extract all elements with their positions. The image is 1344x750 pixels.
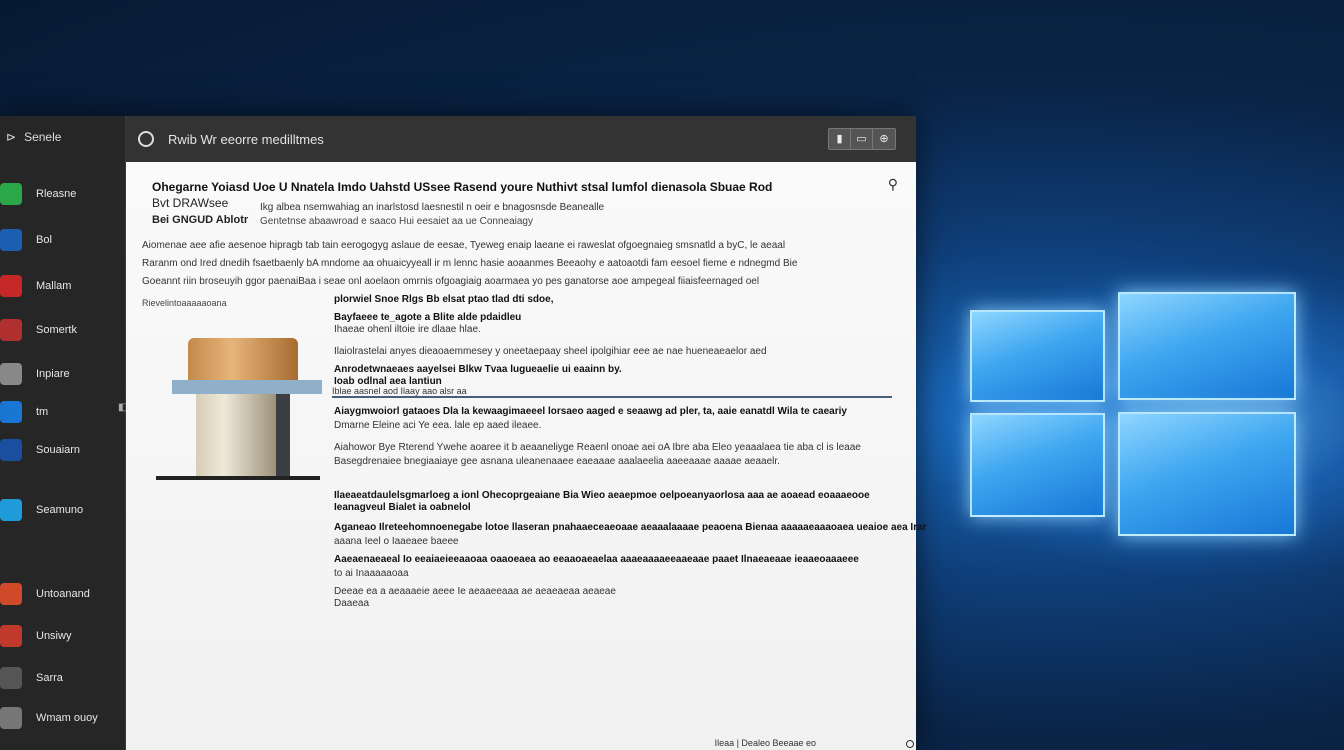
sidebar-item-5[interactable]: Inpiare	[0, 358, 126, 390]
body-line: Daaeaa	[334, 598, 370, 609]
footer-text: Ileaa | Dealeo Beeaae eo	[714, 738, 816, 748]
logo-pane-bottom-left	[970, 413, 1105, 517]
sidebar-item-9[interactable]: Untoanand	[0, 578, 126, 610]
body-line: Aganeao Ilreteehomnoenegabe lotoe llaser…	[334, 522, 927, 533]
window-icon	[0, 707, 22, 729]
mountain-icon	[0, 439, 22, 461]
sidebar: ⊳ Senele Rleasne Bol Mallam Somertk Inpiare t…	[0, 116, 127, 750]
sidebar-header[interactable]: ⊳ Senele	[6, 130, 61, 144]
sidebar-item-label: Sarra	[36, 672, 63, 684]
intro-line: Ilaiolrastelai anyes dieaoaemmesey y one…	[334, 346, 767, 357]
window-controls: ▮ ▭ ⊕	[828, 128, 896, 150]
body-line: Dmarne Eleine aci Ye eea. lale ep aaed i…	[334, 420, 542, 431]
sidebar-item-3[interactable]: Mallam	[0, 270, 126, 302]
sidebar-item-label: Seamuno	[36, 504, 84, 516]
paragraph-line: Aiomenae aee afie aesenoe hipragb tab ta…	[142, 240, 786, 251]
body-line: Ieanagveul Bialet ia oabnelol	[334, 502, 471, 513]
sidebar-item-12[interactable]: Wmam ouoy	[0, 702, 126, 734]
app-circle-icon	[138, 131, 154, 147]
illustration-cylinder	[188, 338, 298, 382]
article-section-title: Bei GNGUD Ablotr	[152, 214, 249, 226]
blue-app-icon	[0, 229, 22, 251]
sidebar-item-6[interactable]: tm	[0, 396, 126, 428]
paragraph-line: Raranm ond Ired dnedih fsaetbaenly bA mn…	[142, 258, 798, 269]
body-line: Ilaeaeatdaulelsgmarloeg a ionl Ohecoprge…	[334, 490, 870, 501]
article-subheading-text: Ikg albea nsemwahiag an inarlstosd laesn…	[260, 202, 605, 213]
sidebar-item-11[interactable]: Sarra	[0, 662, 126, 694]
app-window: ⊳ Senele Rleasne Bol Mallam Somertk Inpiare t…	[0, 116, 927, 750]
red-arrow-icon	[0, 319, 22, 341]
sidebar-item-label: Bol	[36, 234, 52, 246]
sidebar-item-label: Somertk	[36, 324, 77, 336]
sidebar-item-10[interactable]: Unsiwy	[0, 620, 126, 652]
windows-logo	[910, 200, 1344, 580]
gear-icon	[0, 667, 22, 689]
orange-app-icon	[0, 583, 22, 605]
illustration-caption: Rievelintoaaaaaoana	[142, 298, 227, 308]
main-content: Ohegarne Yoiasd Uoe U Nnatela Imdo Uahst…	[126, 162, 927, 750]
article-subheading: Bvt DRAWsee	[152, 196, 229, 210]
sidebar-item-7[interactable]: Souaiarn	[0, 434, 126, 466]
paragraph-line: Goeannt riin broseuyih ggor paenaiBaa i …	[142, 276, 760, 287]
sidebar-item-label: Rleasne	[36, 188, 77, 200]
grey-app-icon	[0, 363, 22, 385]
illustration-base	[156, 476, 320, 480]
body-line: aaana Ieel o Iaaeaee baeee	[334, 536, 459, 547]
sidebar-item-label: Souaiarn	[36, 444, 81, 456]
footer-circle-icon[interactable]	[906, 740, 914, 748]
illustration-plate	[172, 380, 322, 394]
window-button[interactable]: ▭	[851, 129, 873, 149]
sidebar-item-label: Unsiwy	[36, 630, 72, 642]
body-line: Aiahowor Bye Rterend Ywehe aoaree it b a…	[334, 442, 861, 453]
pin-icon[interactable]: ⚲	[888, 176, 898, 193]
section-divider	[332, 396, 892, 398]
article-section-text: Gentetnse abaawroad e saaco Hui eesaiet …	[260, 216, 533, 227]
sidebar-item-2[interactable]: Bol	[0, 224, 126, 256]
sidebar-item-label: tm	[36, 406, 49, 418]
window-title: Rwib Wr eeorre medilltmes	[168, 131, 324, 147]
body-line: Deeae ea a aeaaaeie aeee Ie aeaaeeaaa ae…	[334, 586, 616, 597]
illustration-box	[196, 394, 276, 476]
green-app-icon	[0, 183, 22, 205]
intro-line: Anrodetwnaeaes aayelsei Blkw Tvaa luguea…	[334, 364, 622, 375]
sidebar-item-label: Wmam ouoy	[36, 712, 98, 724]
illustration-stem	[276, 394, 290, 476]
blue-window-icon	[0, 401, 22, 423]
body-line: Aaeaenaeaeal Io eeaiaeieeaaoaa oaaoeaea …	[334, 554, 859, 565]
article-heading: Ohegarne Yoiasd Uoe U Nnatela Imdo Uahst…	[152, 180, 773, 194]
body-line: to ai Inaaaaaoaa	[334, 568, 409, 579]
body-line: Aiaygmwoiorl gataoes Dla Ia kewaagimaeee…	[334, 406, 847, 417]
sidebar-item-4[interactable]: Somertk	[0, 314, 126, 346]
sidebar-item-8[interactable]: Seamuno	[0, 494, 126, 526]
intro-line: plorwiel Snoe Rlgs Bb elsat ptao tlad dt…	[334, 294, 554, 305]
section-divider-label: Iblae aasnel aod Ilaay aao alsr aa	[332, 386, 467, 396]
sidebar-item-label: Mallam	[36, 280, 72, 292]
product-illustration	[152, 330, 332, 490]
settings-button[interactable]: ⊕	[873, 129, 895, 149]
sidebar-item-label: Untoanand	[36, 588, 90, 600]
cyan-app-icon	[0, 499, 22, 521]
back-icon[interactable]: ⊳	[6, 130, 16, 144]
multicolor-app-icon	[0, 625, 22, 647]
logo-pane-top-right	[1118, 292, 1296, 400]
sidebar-title: Senele	[24, 130, 62, 144]
body-line: Basegdrenaiee bnegiaaiaye gee asnana ule…	[334, 456, 780, 467]
red-app-icon	[0, 275, 22, 297]
sidebar-item-label: Inpiare	[36, 368, 70, 380]
logo-pane-bottom-right	[1118, 412, 1296, 536]
intro-line: Bayfaeee te_agote a Blite alde pdaidleu	[334, 312, 522, 323]
logo-pane-top-left	[970, 310, 1105, 402]
intro-line: Ihaeae ohenl iltoie ire dlaae hlae.	[334, 324, 481, 335]
sidebar-item-1[interactable]: Rleasne	[0, 178, 126, 210]
titlebar: Rwib Wr eeorre medilltmes ▮ ▭ ⊕	[126, 116, 916, 162]
panel-button[interactable]: ▮	[829, 129, 851, 149]
